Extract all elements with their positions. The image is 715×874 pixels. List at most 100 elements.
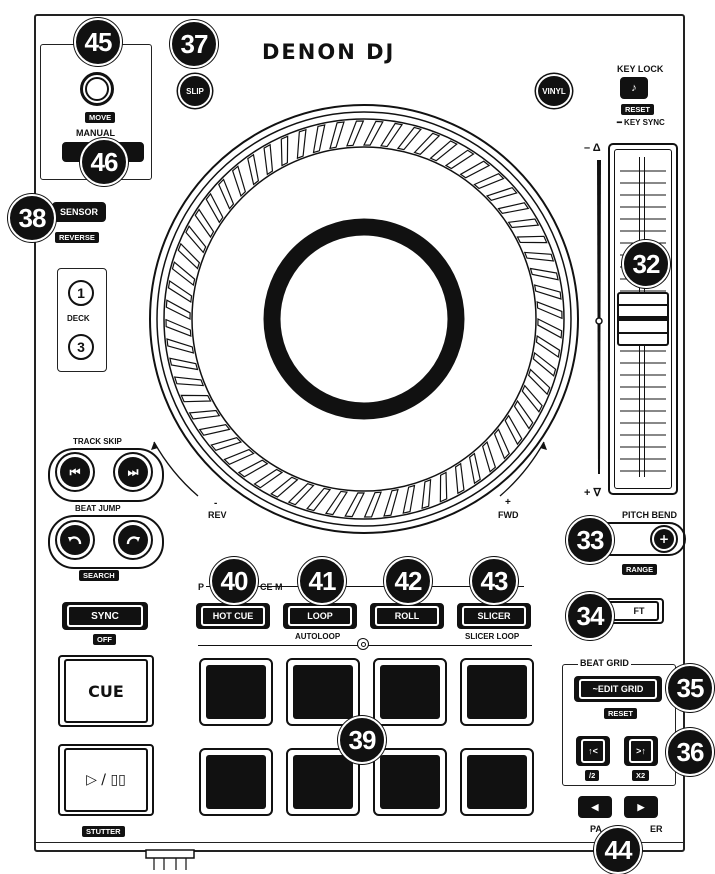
triangle-right-icon: ▶: [637, 801, 645, 812]
grid-shift-left-icon: ↑<: [588, 746, 598, 756]
deck-3-button[interactable]: 3: [68, 334, 94, 360]
callout-33: 33: [566, 516, 614, 564]
pitch-scale: [595, 160, 603, 474]
move-label: MOVE: [85, 112, 116, 123]
param-left-button[interactable]: ◀: [578, 796, 612, 818]
slicer-label: SLICER: [477, 611, 511, 621]
cue-button[interactable]: CUE: [58, 655, 154, 727]
edit-grid-button[interactable]: ~EDIT GRID: [574, 676, 662, 702]
deck-label: DECK: [67, 314, 90, 323]
curve-left-arrow-icon: [68, 536, 82, 545]
pitch-fader-cap[interactable]: [617, 292, 669, 346]
rev-sign: -: [214, 498, 218, 509]
stutter-label: STUTTER: [82, 826, 125, 837]
pitch-top-label: – Δ: [584, 142, 601, 154]
connector-port: [145, 849, 195, 870]
fwd-label: FWD: [498, 510, 519, 520]
fwd-arrow-icon: [499, 441, 547, 497]
callout-37: 37: [170, 20, 218, 68]
callout-46: 46: [80, 138, 128, 186]
triangle-left-icon: ◀: [591, 801, 599, 812]
slip-label: SLIP: [186, 86, 204, 96]
play-pause-button[interactable]: ▷ / ▯▯: [58, 744, 154, 816]
key-sync-label: ━ KEY SYNC: [617, 118, 665, 127]
brand-logo: DENON DJ: [262, 40, 396, 64]
pitch-bend-label: PITCH BEND: [622, 510, 678, 520]
pitch-bend-plus-button[interactable]: +: [650, 525, 678, 553]
key-lock-label: KEY LOCK: [617, 64, 664, 74]
move-knob[interactable]: [80, 72, 114, 106]
search-label: SEARCH: [79, 570, 119, 581]
hot-cue-button[interactable]: HOT CUE: [196, 603, 270, 629]
callout-38: 38: [8, 194, 56, 242]
sync-button[interactable]: SYNC: [62, 602, 148, 630]
rev-arrow-icon: [151, 441, 199, 497]
vinyl-label: VINYL: [542, 86, 566, 96]
callout-44: 44: [594, 826, 642, 874]
rev-label: REV: [208, 510, 227, 520]
skip-back-icon: ⏮: [69, 464, 81, 479]
loop-label: LOOP: [307, 611, 333, 621]
beat-grid-reset-label: RESET: [604, 708, 638, 719]
hot-cue-label: HOT CUE: [212, 611, 254, 621]
x2-label: X2: [632, 770, 650, 781]
range-label: RANGE: [622, 564, 658, 575]
performance-pad-7[interactable]: [373, 748, 447, 816]
grid-shift-right-icon: >↑: [636, 746, 646, 756]
callout-34: 34: [566, 592, 614, 640]
performance-pad-1[interactable]: [199, 658, 273, 726]
grid-left-button[interactable]: ↑<: [576, 736, 610, 766]
shift-label: FT: [633, 606, 645, 616]
callout-42: 42: [384, 557, 432, 605]
callout-41: 41: [298, 557, 346, 605]
grid-right-button[interactable]: >↑: [624, 736, 658, 766]
pad-mode-indicator: [357, 638, 369, 650]
performance-pad-2[interactable]: [286, 658, 360, 726]
callout-32: 32: [622, 240, 670, 288]
callout-45: 45: [74, 18, 122, 66]
key-reset-label: RESET: [621, 104, 655, 115]
slicer-button[interactable]: SLICER: [457, 603, 531, 629]
deck-1-button[interactable]: 1: [68, 280, 94, 306]
plus-icon: +: [658, 532, 670, 546]
roll-label: ROLL: [394, 611, 420, 621]
perf-mode-label-mid: CE M: [260, 582, 283, 592]
sensor-label: SENSOR: [59, 207, 98, 217]
performance-pad-5[interactable]: [199, 748, 273, 816]
callout-40: 40: [210, 557, 258, 605]
performance-pad-8[interactable]: [460, 748, 534, 816]
play-pause-icon: ▷ / ▯▯: [86, 772, 126, 788]
beat-jump-label: BEAT JUMP: [75, 504, 121, 513]
beat-grid-label: BEAT GRID: [578, 658, 631, 668]
callout-35: 35: [666, 664, 714, 712]
track-next-button[interactable]: ⏭: [113, 452, 153, 492]
beat-jump-forward-button[interactable]: [113, 520, 153, 560]
param-right-button[interactable]: ▶: [624, 796, 658, 818]
manual-label: MANUAL: [76, 128, 115, 138]
sync-label: SYNC: [91, 610, 119, 622]
autoloop-label: AUTOLOOP: [295, 632, 341, 641]
curve-right-arrow-icon: [126, 536, 140, 545]
slicer-loop-label: SLICER LOOP: [465, 632, 520, 641]
edit-grid-label: ~EDIT GRID: [592, 684, 644, 694]
track-previous-button[interactable]: ⏮: [55, 452, 95, 492]
callout-43: 43: [470, 557, 518, 605]
music-note-icon: ♪: [631, 82, 637, 94]
roll-button[interactable]: ROLL: [370, 603, 444, 629]
half-label: /2: [585, 770, 600, 781]
performance-pad-3[interactable]: [373, 658, 447, 726]
callout-39: 39: [338, 716, 386, 764]
skip-forward-icon: ⏭: [127, 464, 139, 479]
sensor-button[interactable]: SENSOR: [52, 202, 106, 222]
loop-button[interactable]: LOOP: [283, 603, 357, 629]
perf-mode-label-left: P: [198, 582, 205, 592]
beat-jump-back-button[interactable]: [55, 520, 95, 560]
performance-pad-4[interactable]: [460, 658, 534, 726]
reverse-label: REVERSE: [55, 232, 99, 243]
bottom-edge-line: [34, 842, 685, 843]
key-lock-button[interactable]: ♪: [620, 77, 648, 99]
track-skip-label: TRACK SKIP: [73, 437, 122, 446]
sync-off-label: OFF: [93, 634, 116, 645]
param-label-right: ER: [650, 824, 663, 834]
cue-label: CUE: [88, 681, 124, 701]
